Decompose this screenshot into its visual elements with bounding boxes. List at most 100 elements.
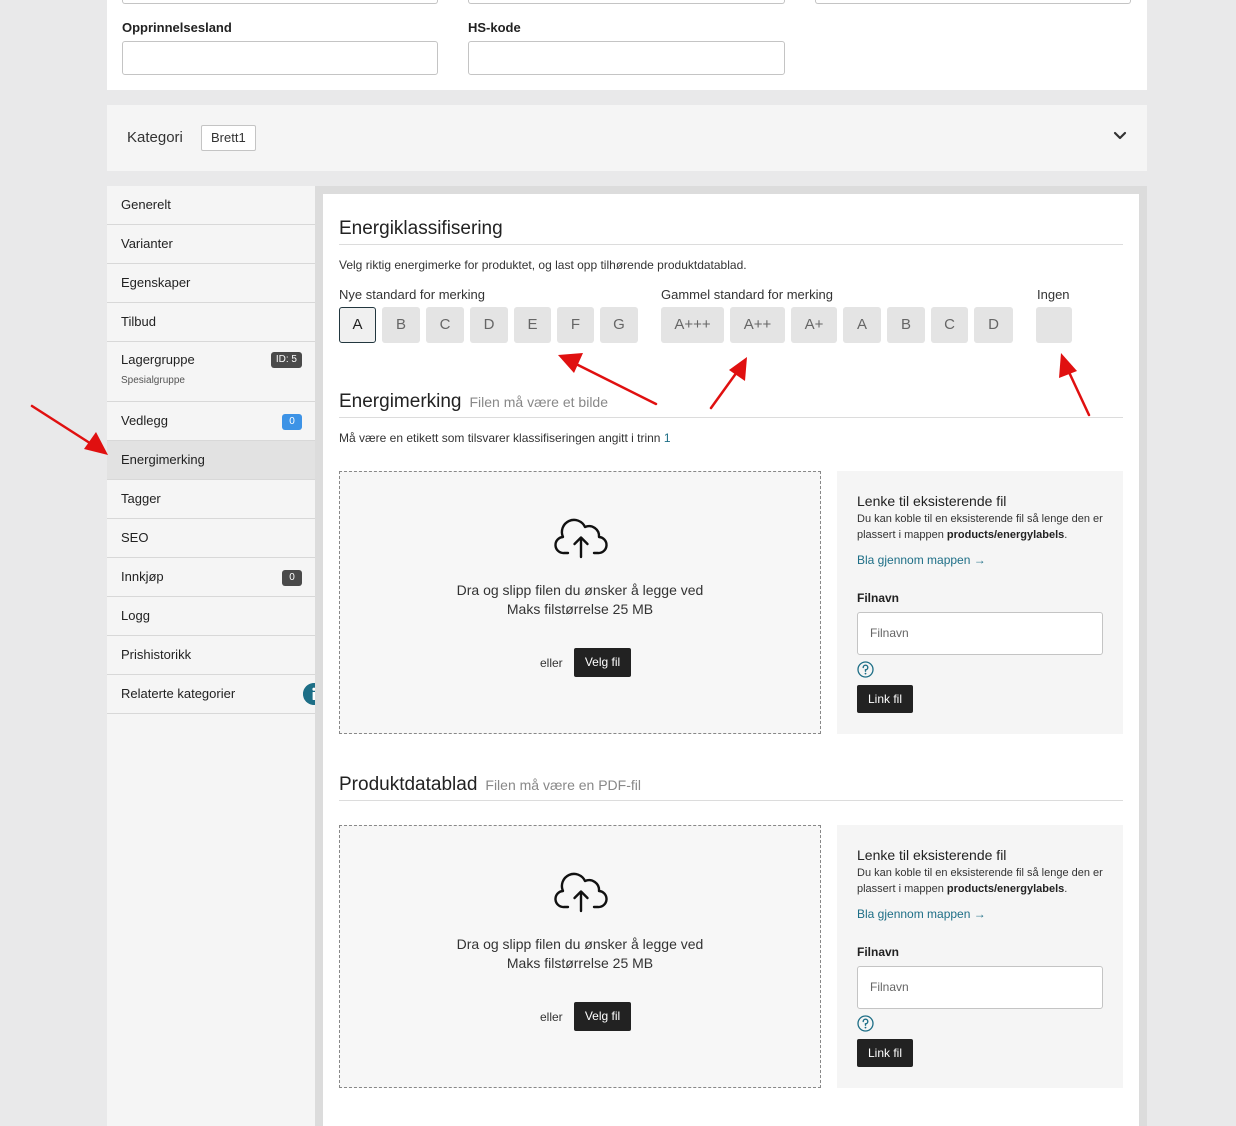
energy-class-old-c-button[interactable]: C (931, 307, 968, 343)
energy-label-subtitle: Filen må være et bilde (469, 394, 609, 410)
sidebar-item-label: Logg (121, 608, 150, 623)
link-file-button[interactable]: Link fil (857, 1039, 913, 1067)
browse-folder-link[interactable]: Bla gjennom mappen → (857, 553, 986, 567)
energy-class-new-c-button[interactable]: C (426, 307, 464, 343)
divider (339, 800, 1123, 801)
sidebar-item-label: Relaterte kategorier (121, 686, 236, 701)
origin-country-label: Opprinnelsesland (122, 20, 232, 35)
energy-class-new-a-button[interactable]: A (339, 307, 376, 343)
dropzone-max-size: Maks filstørrelse 25 MB (506, 955, 654, 971)
product-details-card: Opprinnelsesland HS-kode (107, 0, 1147, 90)
sidebar-item-tagger[interactable]: Tagger (107, 480, 315, 519)
sidebar-item-sublabel: Spesialgruppe (121, 375, 185, 386)
energy-label-title: Energimerking Filen må være et bilde (339, 391, 609, 412)
filename-label: Filnavn (857, 945, 900, 959)
divider (339, 244, 1123, 245)
filename-label: Filnavn (857, 591, 900, 605)
link-existing-description: Du kan koble til en eksisterende fil så … (857, 867, 1103, 895)
link-existing-title: Lenke til eksisterende fil (857, 847, 1007, 863)
dropzone-or-text: eller (540, 656, 563, 670)
question-circle-icon[interactable] (857, 661, 874, 678)
filename-input[interactable]: Filnavn (857, 612, 1103, 655)
folder-path: products/energylabels (946, 529, 1065, 541)
link-existing-file-panel: Lenke til eksisterende fil Du kan koble … (837, 471, 1123, 734)
sidebar-item-label: Innkjøp (121, 569, 164, 584)
attachments-count-badge: 0 (282, 414, 302, 430)
energy-class-new-b-button[interactable]: B (382, 307, 420, 343)
question-circle-icon[interactable] (857, 1015, 874, 1032)
sidebar-item-label: Generelt (121, 197, 171, 212)
choose-file-button[interactable]: Velg fil (574, 1002, 631, 1031)
link-existing-description: Du kan koble til en eksisterende fil så … (857, 513, 1103, 541)
energy-label-note: Må være en etikett som tilsvarer klassif… (339, 431, 671, 445)
datasheet-subtitle: Filen må være en PDF-fil (485, 777, 641, 793)
cloud-upload-icon (554, 518, 608, 559)
link-existing-file-panel: Lenke til eksisterende fil Du kan koble … (837, 825, 1123, 1088)
sidebar-item-vedlegg[interactable]: Vedlegg 0 (107, 402, 315, 441)
dropzone-instruction: Dra og slipp filen du ønsker å legge ved (456, 582, 704, 598)
choose-file-button[interactable]: Velg fil (574, 648, 631, 677)
sidebar-item-label: Prishistorikk (121, 647, 192, 662)
folder-path: products/energylabels (946, 883, 1065, 895)
energy-class-old-aplus-button[interactable]: A+ (791, 307, 837, 343)
old-standard-label: Gammel standard for merking (661, 287, 833, 302)
datasheet-title: Produktdatablad Filen må være en PDF-fil (339, 774, 641, 795)
energy-class-none-button[interactable] (1036, 307, 1072, 343)
energy-class-new-g-button[interactable]: G (600, 307, 638, 343)
sidebar-item-logg[interactable]: Logg (107, 597, 315, 636)
sidebar-item-prishistorikk[interactable]: Prishistorikk (107, 636, 315, 675)
energy-classification-description: Velg riktig energimerke for produktet, o… (339, 258, 747, 272)
sidebar-item-relaterte-kategorier[interactable]: Relaterte kategorier (107, 675, 325, 714)
origin-country-input[interactable] (122, 41, 438, 75)
sidebar-item-seo[interactable]: SEO (107, 519, 315, 558)
chevron-down-icon[interactable] (1113, 129, 1127, 143)
sidebar-item-innkjop[interactable]: Innkjøp 0 (107, 558, 315, 597)
energy-class-old-a2plus-button[interactable]: A++ (730, 307, 785, 343)
none-label: Ingen (1037, 287, 1070, 302)
sidebar-item-energimerking[interactable]: Energimerking (107, 441, 315, 480)
energy-class-old-a-button[interactable]: A (843, 307, 881, 343)
link-existing-title: Lenke til eksisterende fil (857, 493, 1007, 509)
sidebar-item-egenskaper[interactable]: Egenskaper (107, 264, 315, 303)
sidebar-item-label: Vedlegg (121, 413, 168, 428)
sidebar-item-label: SEO (121, 530, 149, 545)
sidebar-item-label: Tilbud (121, 314, 156, 329)
product-sidebar-nav: Generelt Varianter Egenskaper Tilbud Lag… (107, 186, 325, 1126)
step-link[interactable]: 1 (664, 431, 671, 445)
cloud-upload-icon (554, 872, 608, 913)
sidebar-item-tilbud[interactable]: Tilbud (107, 303, 315, 342)
stock-group-id-badge: ID: 5 (270, 352, 302, 368)
purchases-count-badge: 0 (282, 570, 302, 586)
previous-field-input[interactable] (122, 0, 438, 4)
sidebar-item-label: Egenskaper (121, 275, 191, 290)
datasheet-dropzone[interactable]: Dra og slipp filen du ønsker å legge ved… (339, 825, 821, 1088)
category-label: Kategori (127, 129, 183, 146)
energy-class-old-d-button[interactable]: D (974, 307, 1013, 343)
sidebar-item-label: Energimerking (121, 452, 205, 467)
dropzone-instruction: Dra og slipp filen du ønsker å legge ved (456, 936, 704, 952)
previous-field-input[interactable] (815, 0, 1131, 4)
energy-classification-title: Energiklassifisering (339, 218, 503, 239)
sidebar-item-lagergruppe[interactable]: Lagergruppe Spesialgruppe ID: 5 (107, 342, 315, 402)
browse-folder-link[interactable]: Bla gjennom mappen → (857, 907, 986, 921)
sidebar-item-varianter[interactable]: Varianter (107, 225, 315, 264)
sidebar-item-generelt[interactable]: Generelt (107, 186, 315, 225)
divider (339, 417, 1123, 418)
dropzone-max-size: Maks filstørrelse 25 MB (506, 601, 654, 617)
category-tag: Brett1 (201, 125, 256, 151)
link-file-button[interactable]: Link fil (857, 685, 913, 713)
hs-code-label: HS-kode (468, 20, 521, 35)
new-standard-label: Nye standard for merking (339, 287, 485, 302)
filename-input[interactable]: Filnavn (857, 966, 1103, 1009)
energy-class-old-a3plus-button[interactable]: A+++ (661, 307, 724, 343)
sidebar-item-label: Varianter (121, 236, 173, 251)
energy-class-old-b-button[interactable]: B (887, 307, 925, 343)
annotation-arrow (30, 404, 108, 455)
hs-code-input[interactable] (468, 41, 785, 75)
energy-class-new-d-button[interactable]: D (470, 307, 508, 343)
previous-field-input[interactable] (468, 0, 785, 4)
energy-label-dropzone[interactable]: Dra og slipp filen du ønsker å legge ved… (339, 471, 821, 734)
energy-class-new-e-button[interactable]: E (514, 307, 551, 343)
category-bar[interactable]: Kategori Brett1 (107, 105, 1147, 171)
energy-class-new-f-button[interactable]: F (557, 307, 594, 343)
